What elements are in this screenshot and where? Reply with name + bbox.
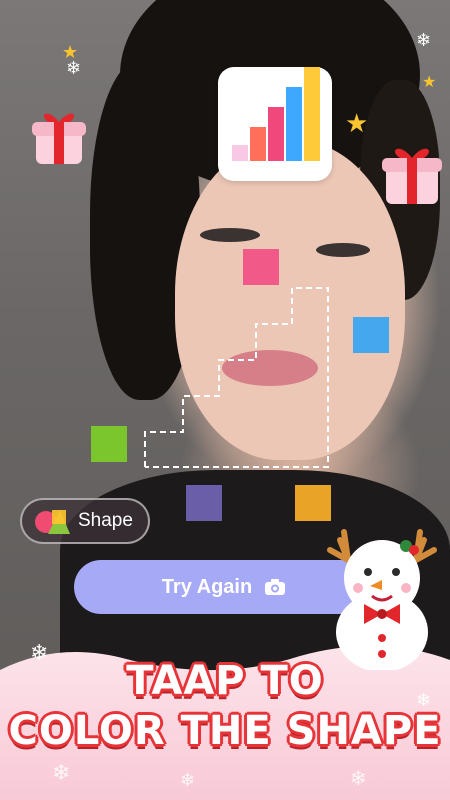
snowflake-icon: ❄ xyxy=(52,760,71,785)
color-swatch-pink[interactable] xyxy=(243,249,279,285)
shape-button[interactable]: Shape xyxy=(20,498,150,544)
star-icon: ★ xyxy=(422,74,437,91)
gift-icon xyxy=(382,148,442,204)
title-line-1: TAAP TO xyxy=(126,658,324,704)
try-again-label: Try Again xyxy=(161,575,253,598)
snowflake-icon: ❄ xyxy=(416,30,432,50)
camera-icon xyxy=(265,579,286,595)
color-swatch-blue[interactable] xyxy=(353,317,389,353)
color-swatch-orange[interactable] xyxy=(295,485,331,521)
snowflake-icon: ❄ xyxy=(66,58,82,78)
color-swatch-purple[interactable] xyxy=(186,485,222,521)
snowflake-icon: ❄ xyxy=(350,768,367,790)
shapes-icon xyxy=(35,510,70,534)
color-swatch-green[interactable] xyxy=(91,426,127,462)
shape-button-label: Shape xyxy=(78,510,133,531)
star-icon: ★ xyxy=(345,108,369,138)
snowman-icon xyxy=(327,529,437,670)
gift-icon xyxy=(32,113,86,164)
title-line-2: COLOR THE SHAPE xyxy=(8,708,442,754)
snowflake-icon: ❄ xyxy=(180,770,196,790)
